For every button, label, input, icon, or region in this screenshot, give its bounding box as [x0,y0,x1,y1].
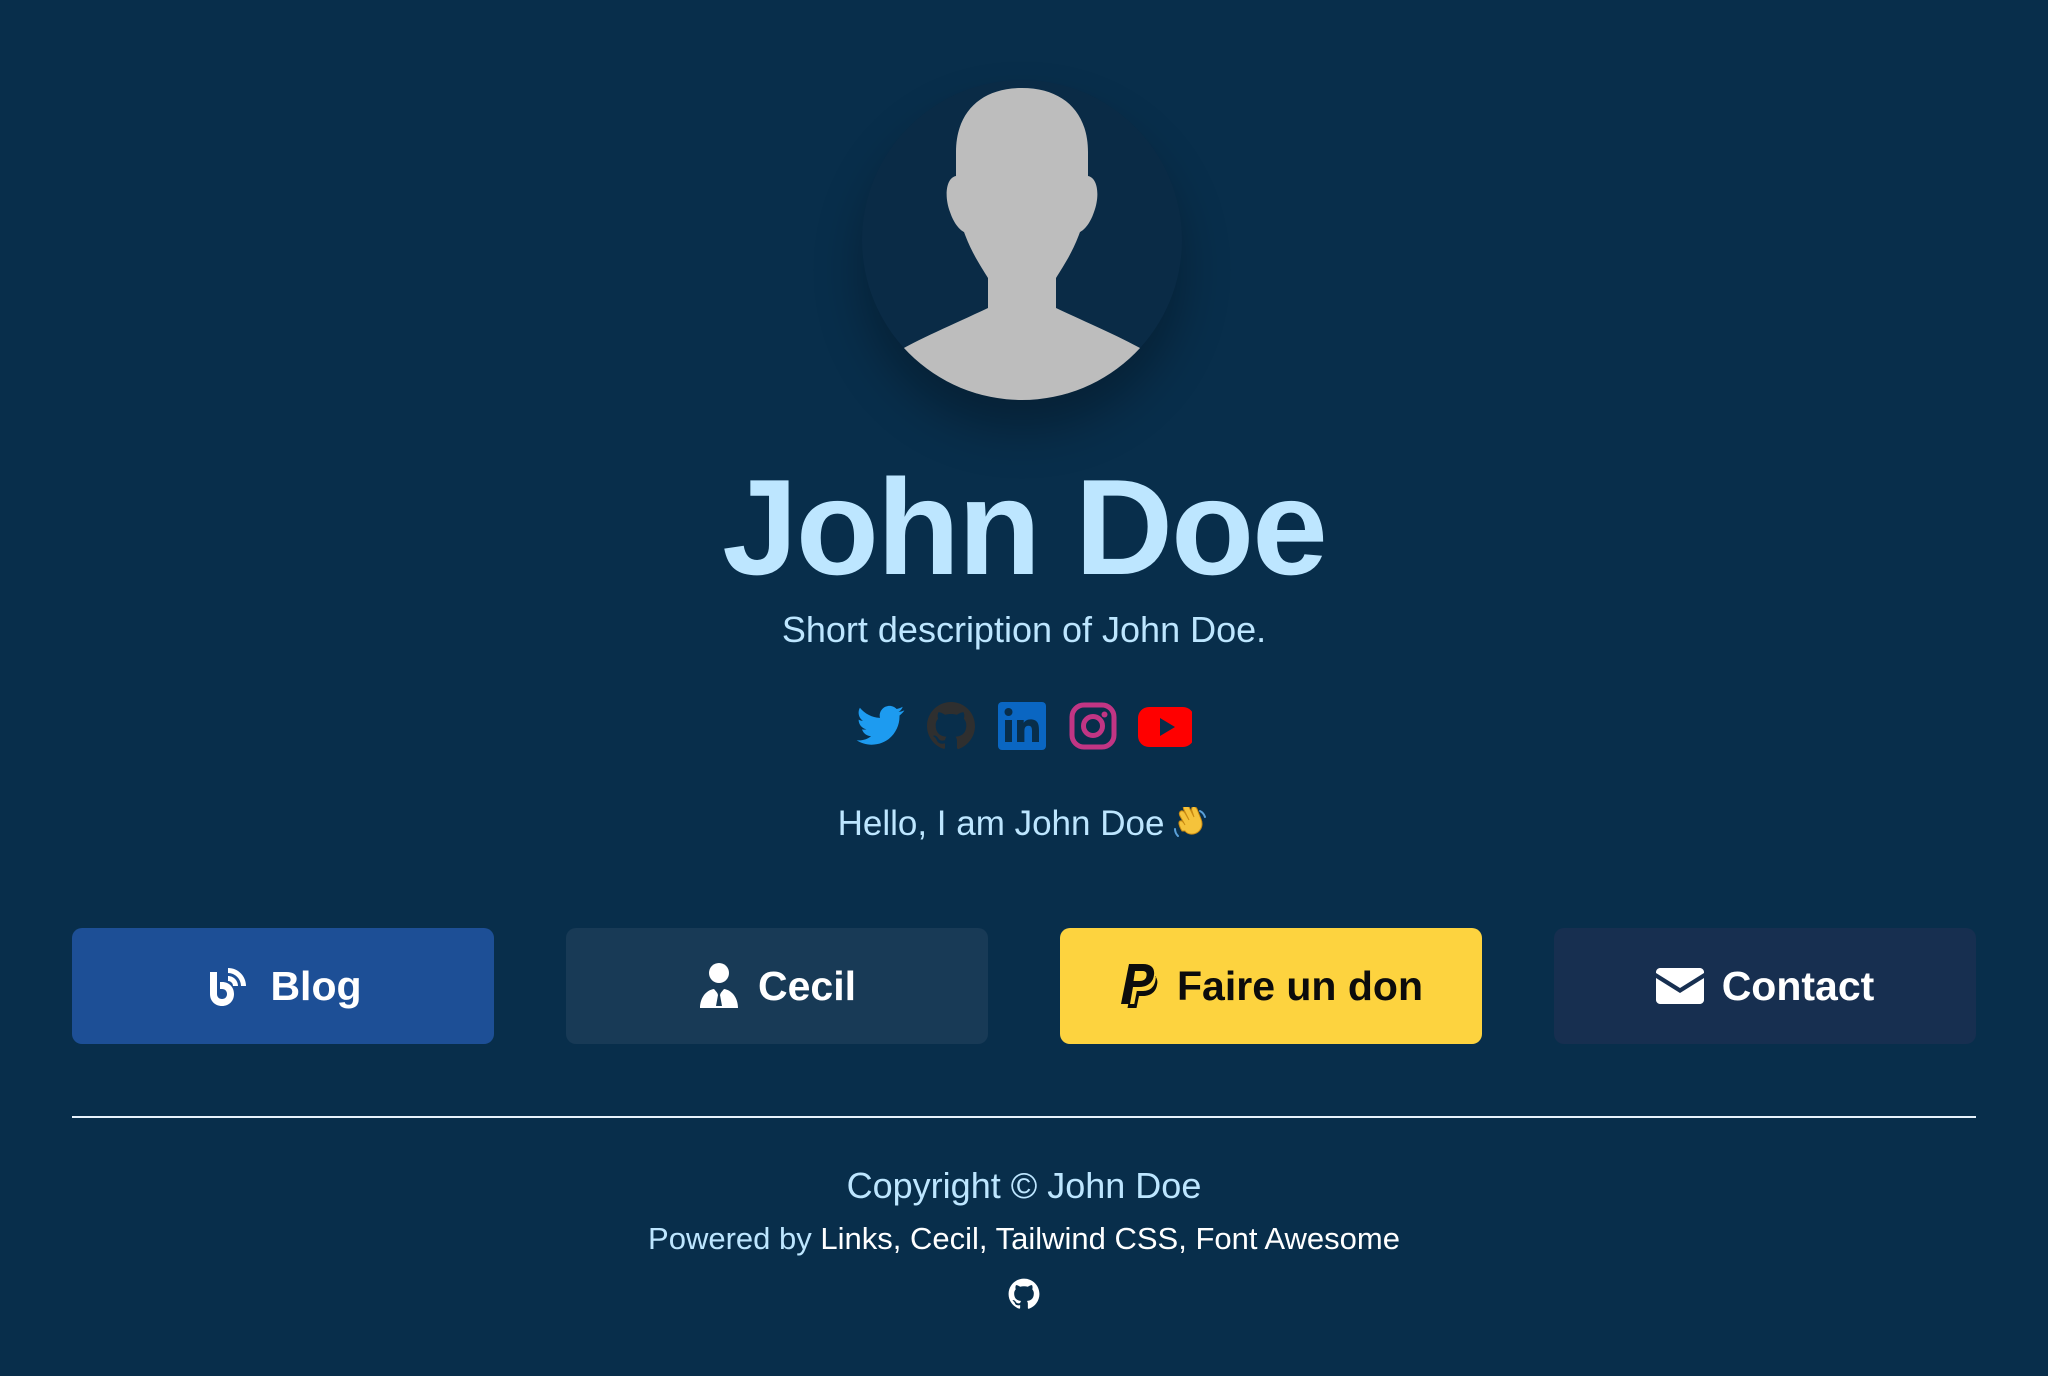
twitter-icon [856,705,905,745]
contact-button[interactable]: Contact [1554,928,1976,1044]
blog-icon [210,968,247,1006]
social-links [852,698,1192,754]
cecil-button[interactable]: Cecil [566,928,988,1044]
footer-link-links[interactable]: Links [820,1221,892,1256]
linkedin-link[interactable] [994,698,1050,754]
youtube-link[interactable] [1136,698,1192,754]
paypal-icon [1121,964,1158,1008]
footer-separator: , [892,1221,902,1256]
greeting-text: Hello, I am John Doe [837,804,1165,843]
blog-button-label: Blog [270,962,362,1009]
youtube-icon [1138,707,1192,747]
donate-button-label: Faire un don [1177,962,1423,1009]
user-tie-icon [700,963,738,1008]
footer-github-link[interactable] [1006,1276,1042,1312]
contact-button-label: Contact [1721,962,1875,1009]
copyright: Copyright © John Doe [846,1165,1202,1206]
blog-button[interactable]: Blog [72,928,494,1044]
footer-link-tailwind[interactable]: Tailwind CSS [996,1221,1179,1256]
powered-by: Powered by Links, Cecil, Tailwind CSS, F… [0,1218,2048,1260]
github-icon [927,702,975,750]
donate-button[interactable]: Faire un don [1060,928,1482,1044]
profile-description: Short description of John Doe. [781,609,1267,650]
footer-link-font-awesome[interactable]: Font Awesome [1195,1221,1399,1256]
profile-name: John Doe [722,451,1328,603]
twitter-link[interactable] [852,698,908,754]
person-silhouette-icon [882,88,1162,400]
instagram-icon [1069,702,1117,750]
github-icon [1008,1278,1040,1309]
footer-divider [72,1116,1976,1118]
footer-link-cecil[interactable]: Cecil [910,1221,979,1256]
instagram-link[interactable] [1065,698,1121,754]
github-link[interactable] [923,698,979,754]
footer-separator: , [1178,1221,1187,1256]
linkedin-icon [998,702,1046,750]
footer-separator: , [978,1221,988,1256]
avatar [862,80,1182,400]
powered-by-prefix: Powered by [648,1221,812,1256]
cecil-button-label: Cecil [758,962,856,1009]
link-buttons: Blog Cecil Faire un don Contact [72,928,1976,1044]
greeting: Hello, I am John Doe [0,800,2048,848]
profile-page: John Doe Short description of John Doe. [0,0,2048,1376]
waving-hand-icon [1174,806,1207,837]
envelope-icon [1655,968,1704,1004]
